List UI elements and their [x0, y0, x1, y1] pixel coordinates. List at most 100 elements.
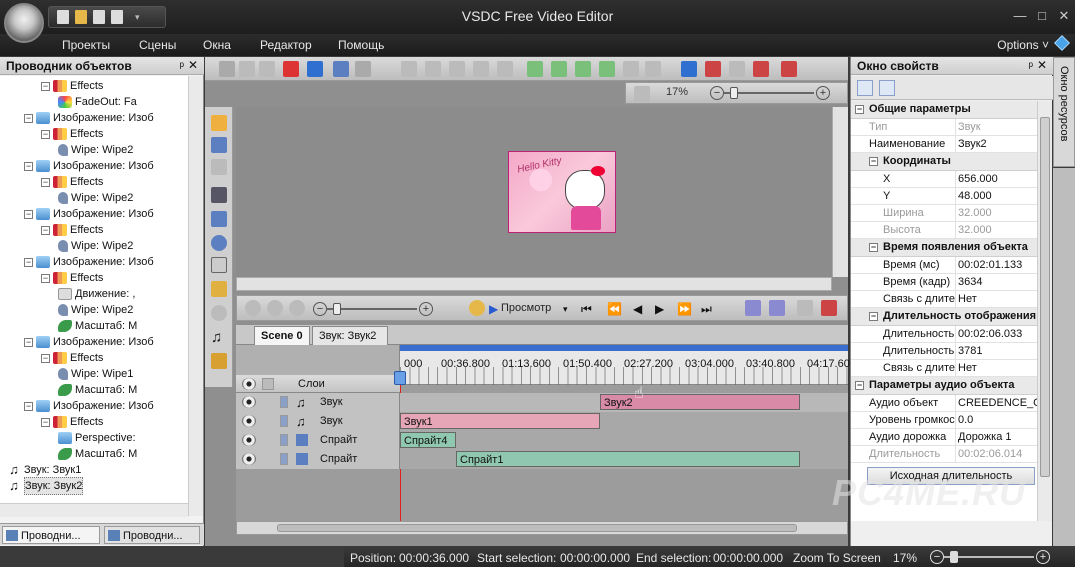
tree-item[interactable]: − Effects: [41, 414, 103, 430]
preview-button[interactable]: Просмотр: [501, 302, 551, 314]
tree-item[interactable]: ♫ Звук: Звук2: [7, 477, 84, 495]
property-value[interactable]: 3634: [955, 274, 1037, 290]
tab-sound-2[interactable]: Звук: Звук2: [312, 326, 388, 345]
tree-item[interactable]: − Effects: [41, 350, 103, 366]
minimize-button[interactable]: —: [1010, 6, 1030, 26]
align-bottom-icon[interactable]: [497, 61, 513, 77]
collapse-icon[interactable]: −: [41, 177, 50, 187]
fast-forward-button[interactable]: ⏩: [677, 302, 692, 316]
menu-projects[interactable]: Проекты: [62, 38, 110, 52]
pin-icon[interactable]: ᵖ: [1028, 59, 1033, 73]
tree-item[interactable]: Wipe: Wipe1: [58, 366, 133, 382]
property-value[interactable]: 00:02:06.033: [955, 326, 1037, 342]
align-top-icon[interactable]: [473, 61, 489, 77]
crop-tool-icon[interactable]: [211, 137, 227, 153]
property-value[interactable]: 3781: [955, 343, 1037, 359]
property-row[interactable]: Связь с длите Нет: [851, 291, 1037, 308]
snap-icon[interactable]: [645, 61, 661, 77]
zoom-to-screen-button[interactable]: Zoom To Screen: [793, 551, 881, 565]
collapse-icon[interactable]: −: [869, 312, 878, 321]
property-value[interactable]: 0.0: [955, 412, 1037, 428]
trim-icon[interactable]: [729, 61, 745, 77]
align-left-icon[interactable]: [401, 61, 417, 77]
align-right-icon[interactable]: [449, 61, 465, 77]
rewind-button[interactable]: ⏪: [607, 302, 622, 316]
paste-icon[interactable]: [259, 61, 275, 77]
grid-icon[interactable]: [623, 61, 639, 77]
marker-icon[interactable]: [753, 61, 769, 77]
draw-icon[interactable]: [781, 61, 797, 77]
tree-item[interactable]: Wipe: Wipe2: [58, 238, 133, 254]
scrollbar-thumb[interactable]: [277, 524, 797, 532]
zoom-out-icon[interactable]: −: [313, 302, 327, 316]
property-value[interactable]: 32.000: [955, 205, 1037, 221]
tree-item[interactable]: − Изображение: Изоб: [24, 206, 154, 222]
menu-editor[interactable]: Редактор: [260, 38, 312, 52]
move-up-icon[interactable]: [527, 61, 543, 77]
zoom-thumb[interactable]: [950, 551, 958, 563]
text-tool-icon[interactable]: [211, 257, 227, 273]
playhead-handle[interactable]: [394, 371, 406, 385]
track-lane[interactable]: [400, 431, 848, 450]
copy-icon[interactable]: [239, 61, 255, 77]
properties-icon[interactable]: [681, 61, 697, 77]
pin-icon[interactable]: ᵖ: [179, 59, 184, 73]
collapse-icon[interactable]: −: [41, 129, 50, 139]
scrollbar-thumb[interactable]: [1040, 117, 1050, 477]
property-row[interactable]: Длительность 00:02:06.014: [851, 446, 1037, 463]
collapse-icon[interactable]: −: [855, 105, 864, 114]
property-value[interactable]: 00:02:01.133: [955, 257, 1037, 273]
property-group[interactable]: − Длительность отображения: [851, 308, 1037, 326]
tree-item[interactable]: − Изображение: Изоб: [24, 158, 154, 174]
delete-icon[interactable]: [283, 61, 299, 77]
collapse-icon[interactable]: −: [24, 337, 33, 347]
eye-icon[interactable]: [242, 396, 256, 408]
tree-item[interactable]: Wipe: Wipe2: [58, 302, 133, 318]
maximize-button[interactable]: □: [1032, 6, 1052, 26]
property-group[interactable]: − Координаты: [851, 153, 1037, 171]
tree-item[interactable]: − Effects: [41, 126, 103, 142]
property-value[interactable]: Звук: [955, 119, 1037, 135]
track-menu-icon[interactable]: [280, 453, 288, 465]
collapse-icon[interactable]: −: [24, 209, 33, 219]
property-value[interactable]: Звук2: [955, 136, 1037, 152]
property-group[interactable]: − Параметры аудио объекта: [851, 377, 1037, 395]
tree-item[interactable]: − Изображение: Изоб: [24, 334, 154, 350]
property-value[interactable]: 48.000: [955, 188, 1037, 204]
fit-screen-icon[interactable]: [634, 86, 650, 102]
track-menu-icon[interactable]: [280, 396, 288, 408]
go-end-button[interactable]: ⏭: [701, 302, 712, 317]
timeline-ruler[interactable]: 000 00:36.800 01:13.600 01:50.400 02:27.200 0…: [400, 345, 856, 385]
zoom-in-icon[interactable]: +: [419, 302, 433, 316]
crop-icon[interactable]: [307, 61, 323, 77]
tree-vertical-scrollbar[interactable]: [188, 76, 203, 516]
property-row[interactable]: Наименование Звук2: [851, 136, 1037, 153]
tree-item[interactable]: − Effects: [41, 174, 103, 190]
collapse-icon[interactable]: −: [24, 113, 33, 123]
property-value[interactable]: 656.000: [955, 171, 1037, 187]
property-group[interactable]: − Время появления объекта: [851, 239, 1037, 257]
tree-item[interactable]: Масштаб: М: [58, 318, 137, 334]
close-button[interactable]: ✕: [1054, 6, 1074, 26]
tree-item[interactable]: − Изображение: Изоб: [24, 254, 154, 270]
timeline-zoom-slider[interactable]: − +: [313, 302, 439, 316]
menu-scenes[interactable]: Сцены: [139, 38, 176, 52]
video-tool-icon[interactable]: [211, 305, 227, 321]
play-button[interactable]: ▶: [655, 302, 664, 316]
property-row[interactable]: Высота 32.000: [851, 222, 1037, 239]
select-tool-icon[interactable]: [211, 115, 227, 131]
collapse-icon[interactable]: −: [869, 157, 878, 166]
property-row[interactable]: Длительность 3781: [851, 343, 1037, 360]
property-row[interactable]: Аудио объект CREEDENCE_CL: [851, 395, 1037, 412]
timeline-track[interactable]: Спрайт Спрайт1: [236, 450, 848, 469]
move-down-icon[interactable]: [551, 61, 567, 77]
line-tool-icon[interactable]: [211, 187, 227, 203]
app-logo-button[interactable]: [4, 3, 44, 43]
status-zoom-slider[interactable]: − +: [930, 550, 1050, 564]
step-back-button[interactable]: ◀: [633, 302, 642, 316]
close-icon[interactable]: ✕: [1037, 58, 1047, 72]
go-start-button[interactable]: ⏮: [581, 302, 592, 317]
zoom-out-icon[interactable]: −: [930, 550, 944, 564]
send-back-icon[interactable]: [599, 61, 615, 77]
collapse-icon[interactable]: −: [869, 243, 878, 252]
